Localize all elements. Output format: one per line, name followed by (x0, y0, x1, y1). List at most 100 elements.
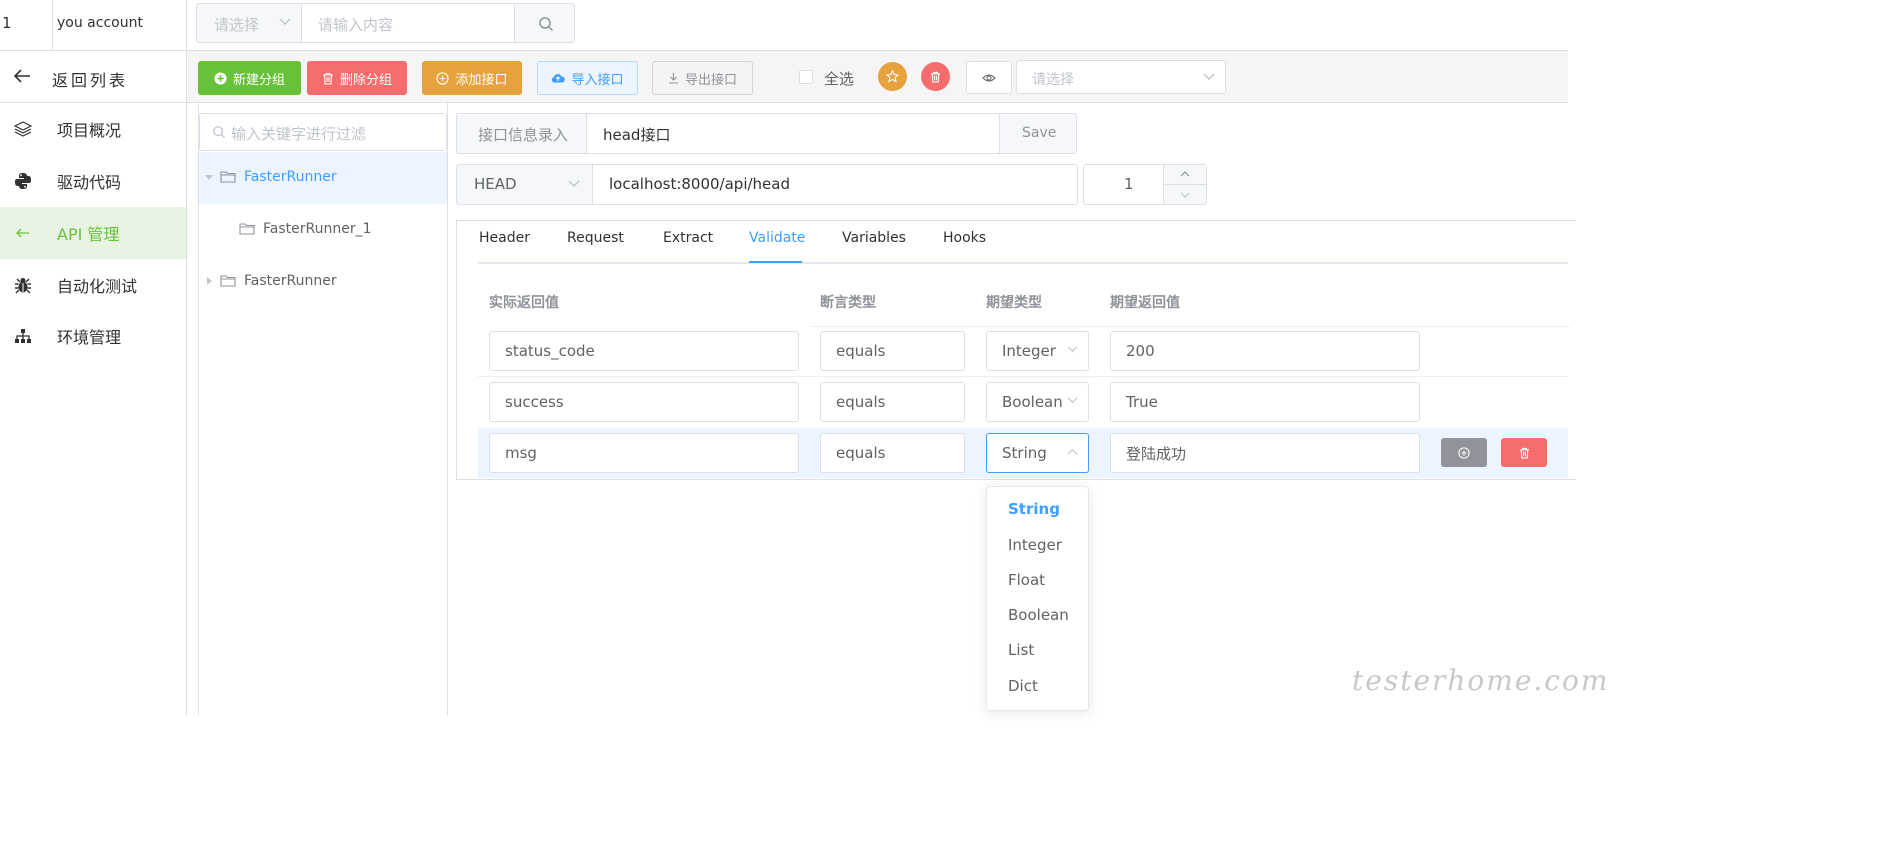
type-select[interactable]: String (986, 433, 1089, 473)
dropdown-option[interactable]: Dict (1008, 677, 1038, 695)
tab-extract[interactable]: Extract (663, 230, 713, 262)
save-label: Save (1022, 125, 1057, 141)
tree-node-label: FasterRunner (244, 169, 337, 185)
tab-variables[interactable]: Variables (842, 230, 906, 262)
delete-group-button[interactable]: 删除分组 (307, 61, 407, 95)
tree-node[interactable]: FasterRunner (199, 256, 447, 308)
column-header-type: 期望类型 (986, 295, 1042, 311)
search-input-placeholder: 请输入内容 (318, 16, 394, 34)
type-value: Integer (1002, 342, 1056, 360)
actual-value: msg (505, 444, 537, 462)
search-button[interactable] (514, 3, 575, 43)
sidebar-item-environment[interactable]: 环境管理 (0, 310, 186, 362)
delete-row-button[interactable] (1501, 438, 1547, 467)
url-input[interactable]: localhost:8000/api/head (592, 164, 1078, 205)
account-label[interactable]: you account (57, 15, 143, 31)
divider (52, 0, 53, 50)
method-select[interactable]: HEAD (456, 164, 593, 205)
search-icon (213, 126, 226, 139)
type-select[interactable]: Integer (986, 331, 1089, 371)
actual-value: success (505, 393, 564, 411)
actual-input[interactable]: success (489, 382, 799, 422)
toolbar-select[interactable]: 请选择 (1016, 60, 1226, 94)
export-api-label: 导出接口 (684, 72, 737, 88)
tree-node[interactable]: FasterRunner_1 (199, 204, 447, 256)
dropdown-option[interactable]: Boolean (1008, 606, 1069, 624)
export-api-button[interactable]: 导出接口 (652, 61, 753, 95)
expected-input[interactable]: 登陆成功 (1110, 433, 1420, 473)
tree-node-label: FasterRunner (244, 273, 337, 289)
chevron-up-icon (1180, 171, 1190, 177)
view-button[interactable] (966, 61, 1012, 94)
sidebar-item-driver-code[interactable]: 驱动代码 (0, 155, 186, 207)
trash-icon (322, 72, 333, 85)
import-api-label: 导入接口 (571, 72, 624, 88)
dropdown-option[interactable]: String (1008, 500, 1060, 518)
api-name-value: head接口 (603, 126, 671, 144)
type-value: Boolean (1002, 393, 1063, 411)
add-row-button[interactable] (1441, 438, 1487, 467)
chevron-down-icon (1203, 73, 1215, 80)
select-all-checkbox[interactable] (799, 70, 813, 84)
sitemap-icon (12, 325, 34, 347)
sidebar-item-label: 环境管理 (57, 328, 122, 347)
caret-down-icon (205, 175, 213, 180)
import-api-button[interactable]: 导入接口 (537, 61, 638, 95)
layers-icon (12, 118, 34, 140)
folder-icon (220, 275, 236, 287)
actual-input[interactable]: status_code (489, 331, 799, 371)
type-select[interactable]: Boolean (986, 382, 1089, 422)
tree-filter-placeholder: 输入关键字进行过滤 (231, 125, 367, 143)
back-label: 返回列表 (52, 71, 129, 90)
tab-hooks[interactable]: Hooks (943, 230, 986, 262)
column-header-comparator: 断言类型 (820, 295, 876, 311)
delete-circle-button[interactable] (921, 62, 950, 91)
api-name-input[interactable]: head接口 (586, 113, 1000, 154)
tab-request[interactable]: Request (567, 230, 624, 262)
expected-input[interactable]: True (1110, 382, 1420, 422)
comparator-value: equals (836, 444, 886, 462)
chevron-down-icon (568, 180, 580, 187)
star-button[interactable] (878, 62, 907, 91)
cloud-upload-icon (552, 74, 566, 83)
comparator-input[interactable]: equals (820, 382, 965, 422)
url-value: localhost:8000/api/head (609, 175, 790, 193)
tab-active-indicator (749, 261, 802, 263)
sidebar-item-api-management[interactable]: API 管理 (0, 207, 186, 259)
comparator-input[interactable]: equals (820, 433, 965, 473)
sidebar-item-automation-test[interactable]: 自动化测试 (0, 259, 186, 311)
method-value: HEAD (474, 175, 517, 193)
select-all-label[interactable]: 全选 (824, 68, 854, 89)
actual-value: status_code (505, 342, 595, 360)
index-label: 1 (2, 14, 12, 32)
count-stepper[interactable]: 1 (1083, 164, 1207, 205)
search-select[interactable]: 请选择 (196, 3, 302, 43)
add-api-button[interactable]: 添加接口 (422, 61, 522, 95)
dropdown-option[interactable]: Integer (1008, 536, 1062, 554)
comparator-input[interactable]: equals (820, 331, 965, 371)
plus-circle-outline-icon (1458, 446, 1470, 459)
dropdown-option[interactable]: Float (1008, 571, 1045, 589)
back-to-list[interactable]: 返回列表 (0, 51, 186, 102)
dropdown-option[interactable]: List (1008, 641, 1034, 659)
new-group-label: 新建分组 (232, 72, 285, 88)
sidebar-item-overview[interactable]: 项目概况 (0, 103, 186, 155)
tab-validate[interactable]: Validate (749, 230, 805, 262)
save-button[interactable]: Save (999, 113, 1077, 154)
tree-node[interactable]: FasterRunner (199, 152, 447, 204)
expected-value: 200 (1126, 342, 1155, 360)
stepper-decrease-button[interactable] (1164, 185, 1206, 204)
row-divider (810, 326, 1570, 327)
eye-icon (982, 73, 996, 82)
new-group-button[interactable]: 新建分组 (198, 61, 301, 95)
actual-input[interactable]: msg (489, 433, 799, 473)
tree-filter-input[interactable]: 输入关键字进行过滤 (199, 113, 447, 151)
expected-input[interactable]: 200 (1110, 331, 1420, 371)
tab-header[interactable]: Header (479, 230, 530, 262)
chevron-down-icon (1180, 192, 1190, 198)
api-icon (12, 222, 34, 244)
stepper-increase-button[interactable] (1164, 165, 1206, 185)
column-header-actual: 实际返回值 (489, 295, 559, 311)
search-input[interactable]: 请输入内容 (301, 3, 515, 43)
folder-icon (239, 223, 255, 235)
